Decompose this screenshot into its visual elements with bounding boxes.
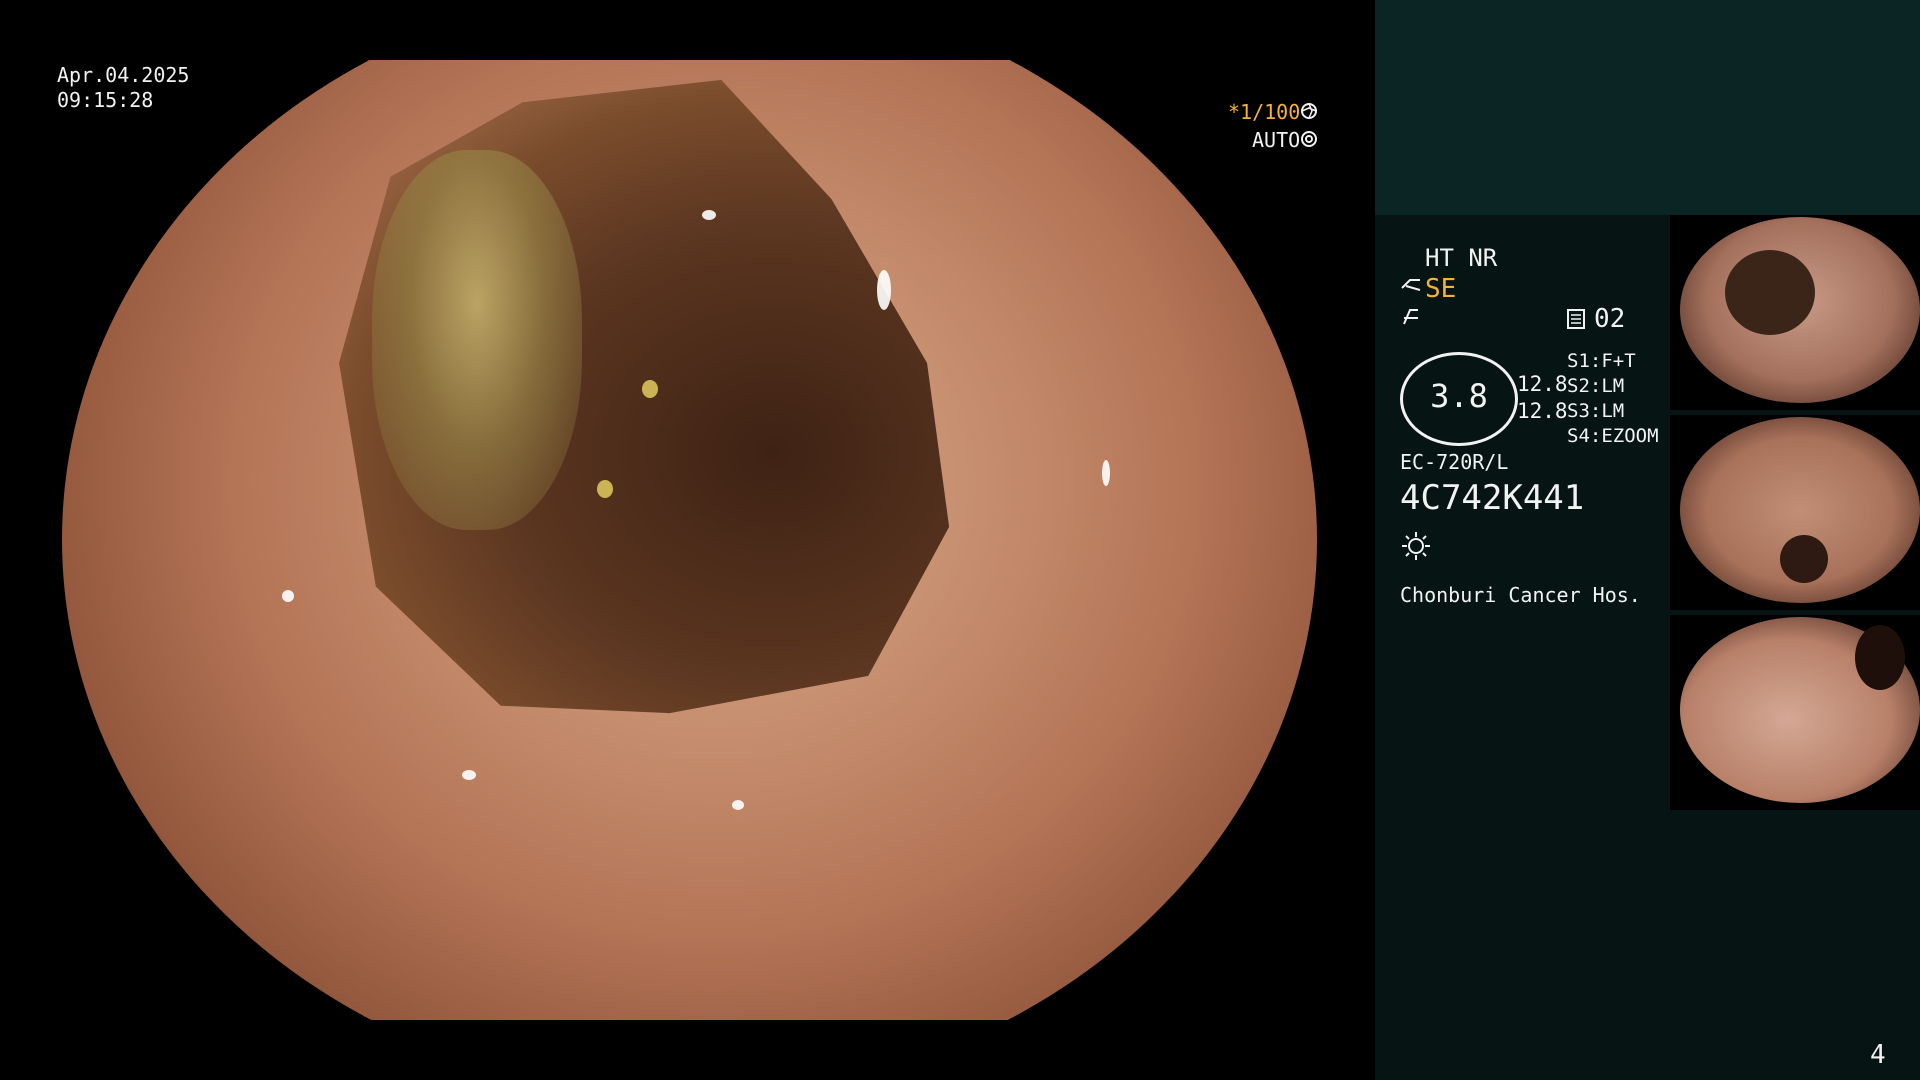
specular-highlight bbox=[702, 210, 716, 220]
exam-time: 09:15:28 bbox=[57, 88, 154, 112]
memory-page: 02 bbox=[1594, 304, 1626, 334]
zoom-value: 3.8 bbox=[1430, 377, 1488, 415]
setting-value: EZOOM bbox=[1601, 425, 1659, 447]
memory-icon bbox=[1567, 309, 1585, 329]
ratio-top: 12.8 bbox=[1517, 372, 1568, 396]
setting-key: S2 bbox=[1567, 375, 1590, 397]
thumbnail-lumen bbox=[1780, 535, 1828, 583]
endoscope-image bbox=[62, 60, 1317, 1020]
thumbnail-capture-3[interactable] bbox=[1670, 615, 1920, 810]
shutter-speed: *1/100 bbox=[1228, 100, 1301, 124]
setting-s3: S3:LM bbox=[1567, 400, 1625, 422]
debris-particle bbox=[597, 480, 613, 498]
light-icon bbox=[1403, 309, 1418, 325]
iris-mode: AUTO bbox=[1252, 128, 1301, 152]
panel-header-area bbox=[1375, 0, 1920, 215]
thumbnail-capture-2[interactable] bbox=[1670, 415, 1920, 610]
specular-highlight bbox=[282, 590, 294, 602]
setting-key: S4 bbox=[1567, 425, 1590, 447]
iris-icon bbox=[1301, 131, 1317, 147]
thumbnail-lumen bbox=[1725, 250, 1815, 335]
specular-highlight bbox=[877, 270, 891, 310]
scope-model: EC-720R/L bbox=[1400, 450, 1509, 474]
setting-value: LM bbox=[1601, 375, 1625, 397]
endoscope-view: Apr.04.2025 09:15:28 *1/100 AUTO bbox=[0, 0, 1375, 1080]
exam-date: Apr.04.2025 bbox=[57, 63, 190, 87]
setting-s1: S1:F+T bbox=[1567, 350, 1636, 372]
setting-s4: S4:EZOOM bbox=[1567, 425, 1659, 447]
zoom-gauge: 3.8 bbox=[1400, 352, 1518, 446]
setting-value: LM bbox=[1601, 400, 1625, 422]
specular-highlight bbox=[462, 770, 476, 780]
page-number: 4 bbox=[1870, 1040, 1886, 1070]
setting-key: S3 bbox=[1567, 400, 1590, 422]
ratio-bottom: 12.8 bbox=[1517, 399, 1568, 423]
thumbnail-lumen bbox=[1855, 625, 1905, 690]
brightness-icon bbox=[1402, 532, 1430, 560]
setting-key: S1 bbox=[1567, 350, 1590, 372]
ht-nr-label: HT NR bbox=[1425, 244, 1498, 272]
scope-tip-icon bbox=[1401, 279, 1421, 291]
setting-s2: S2:LM bbox=[1567, 375, 1625, 397]
thumbnail-capture-1[interactable] bbox=[1670, 215, 1920, 410]
stool-residue bbox=[372, 150, 582, 530]
hospital-name: Chonburi Cancer Hos. bbox=[1400, 583, 1641, 607]
aperture-icon bbox=[1301, 103, 1317, 119]
debris-particle bbox=[642, 380, 658, 398]
se-label: SE bbox=[1425, 274, 1457, 304]
specular-highlight bbox=[732, 800, 744, 810]
specular-highlight bbox=[1102, 460, 1110, 486]
setting-value: F+T bbox=[1601, 350, 1636, 372]
scope-serial: 4C742K441 bbox=[1400, 478, 1585, 518]
